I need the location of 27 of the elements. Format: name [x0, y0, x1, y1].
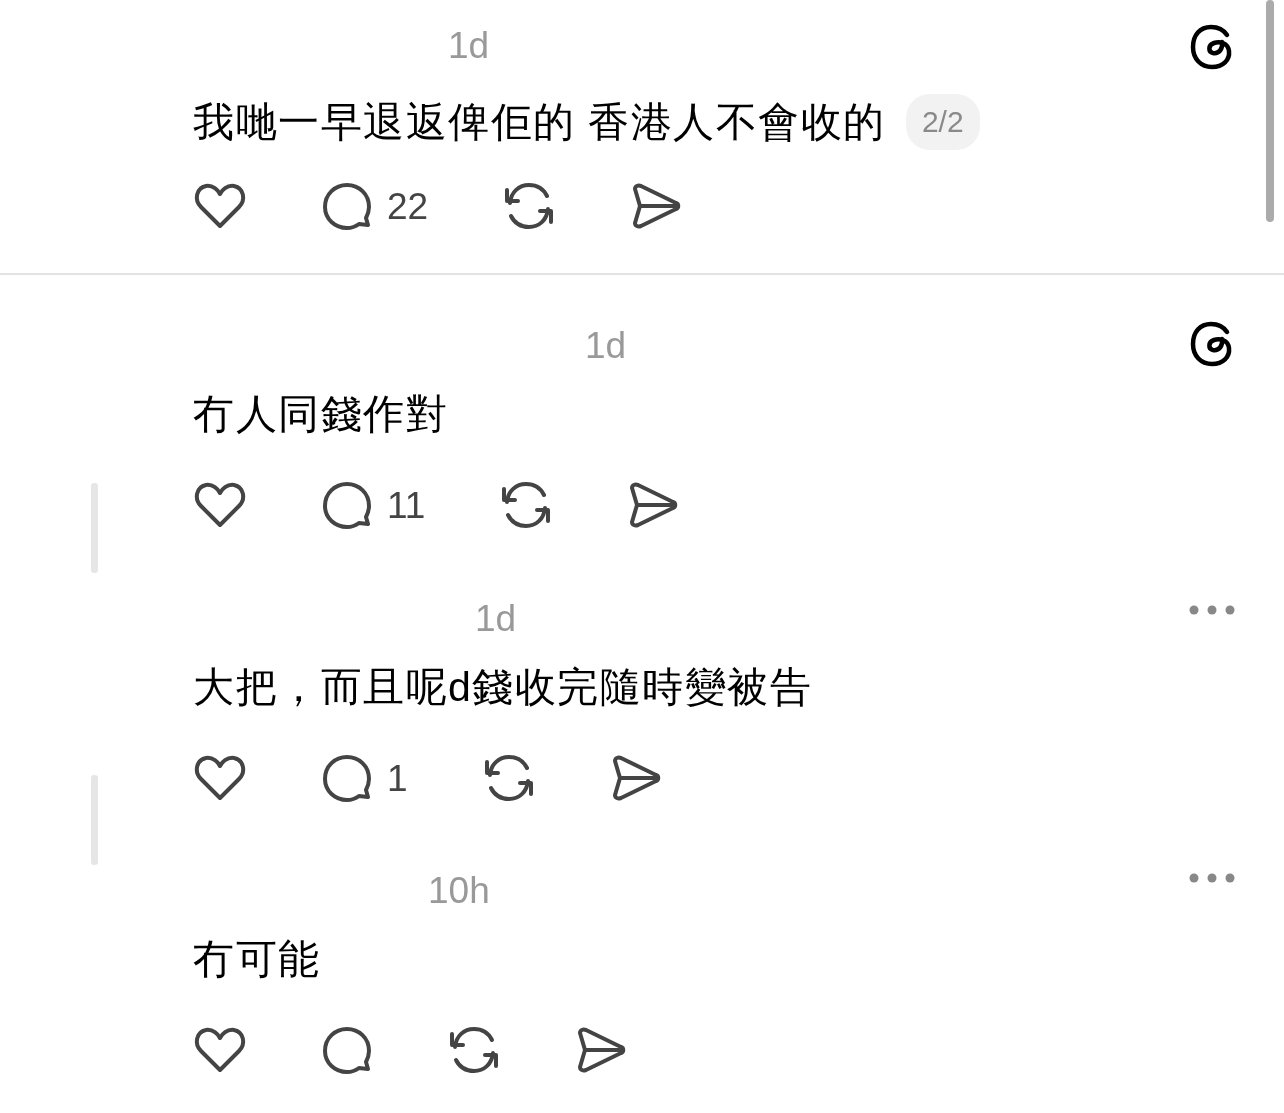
post-text: 冇人同錢作對 [193, 390, 448, 439]
comment-count: 22 [387, 187, 429, 225]
more-icon[interactable] [1189, 604, 1235, 615]
heart-icon[interactable] [193, 1026, 247, 1074]
send-icon[interactable] [575, 1025, 627, 1075]
comment-count: 11 [387, 486, 426, 524]
post-text: 冇可能 [193, 935, 321, 984]
comment-icon[interactable] [321, 181, 373, 231]
post-time: 10h [428, 870, 490, 911]
comment-icon[interactable] [321, 753, 373, 803]
comment-icon[interactable] [321, 480, 373, 530]
send-icon[interactable] [630, 181, 683, 231]
repost-icon[interactable] [447, 1024, 501, 1076]
heart-icon[interactable] [193, 754, 247, 802]
post-text: 大把，而且呢d錢收完隨時變被告 [193, 663, 813, 712]
post-time: 1d [585, 325, 627, 366]
page-counter: 2/2 [905, 94, 980, 150]
heart-icon[interactable] [193, 182, 247, 230]
scrollbar[interactable] [1266, 0, 1274, 222]
post-text: 我哋一早退返俾佢的 香港人不會收的 [193, 98, 886, 147]
more-icon[interactable] [1189, 872, 1235, 883]
comment-icon[interactable] [321, 1025, 373, 1075]
send-icon[interactable] [627, 480, 680, 530]
post-time: 1d [475, 598, 517, 639]
comment-count: 1 [387, 759, 408, 797]
heart-icon[interactable] [193, 481, 247, 529]
post-time: 1d [448, 25, 490, 66]
